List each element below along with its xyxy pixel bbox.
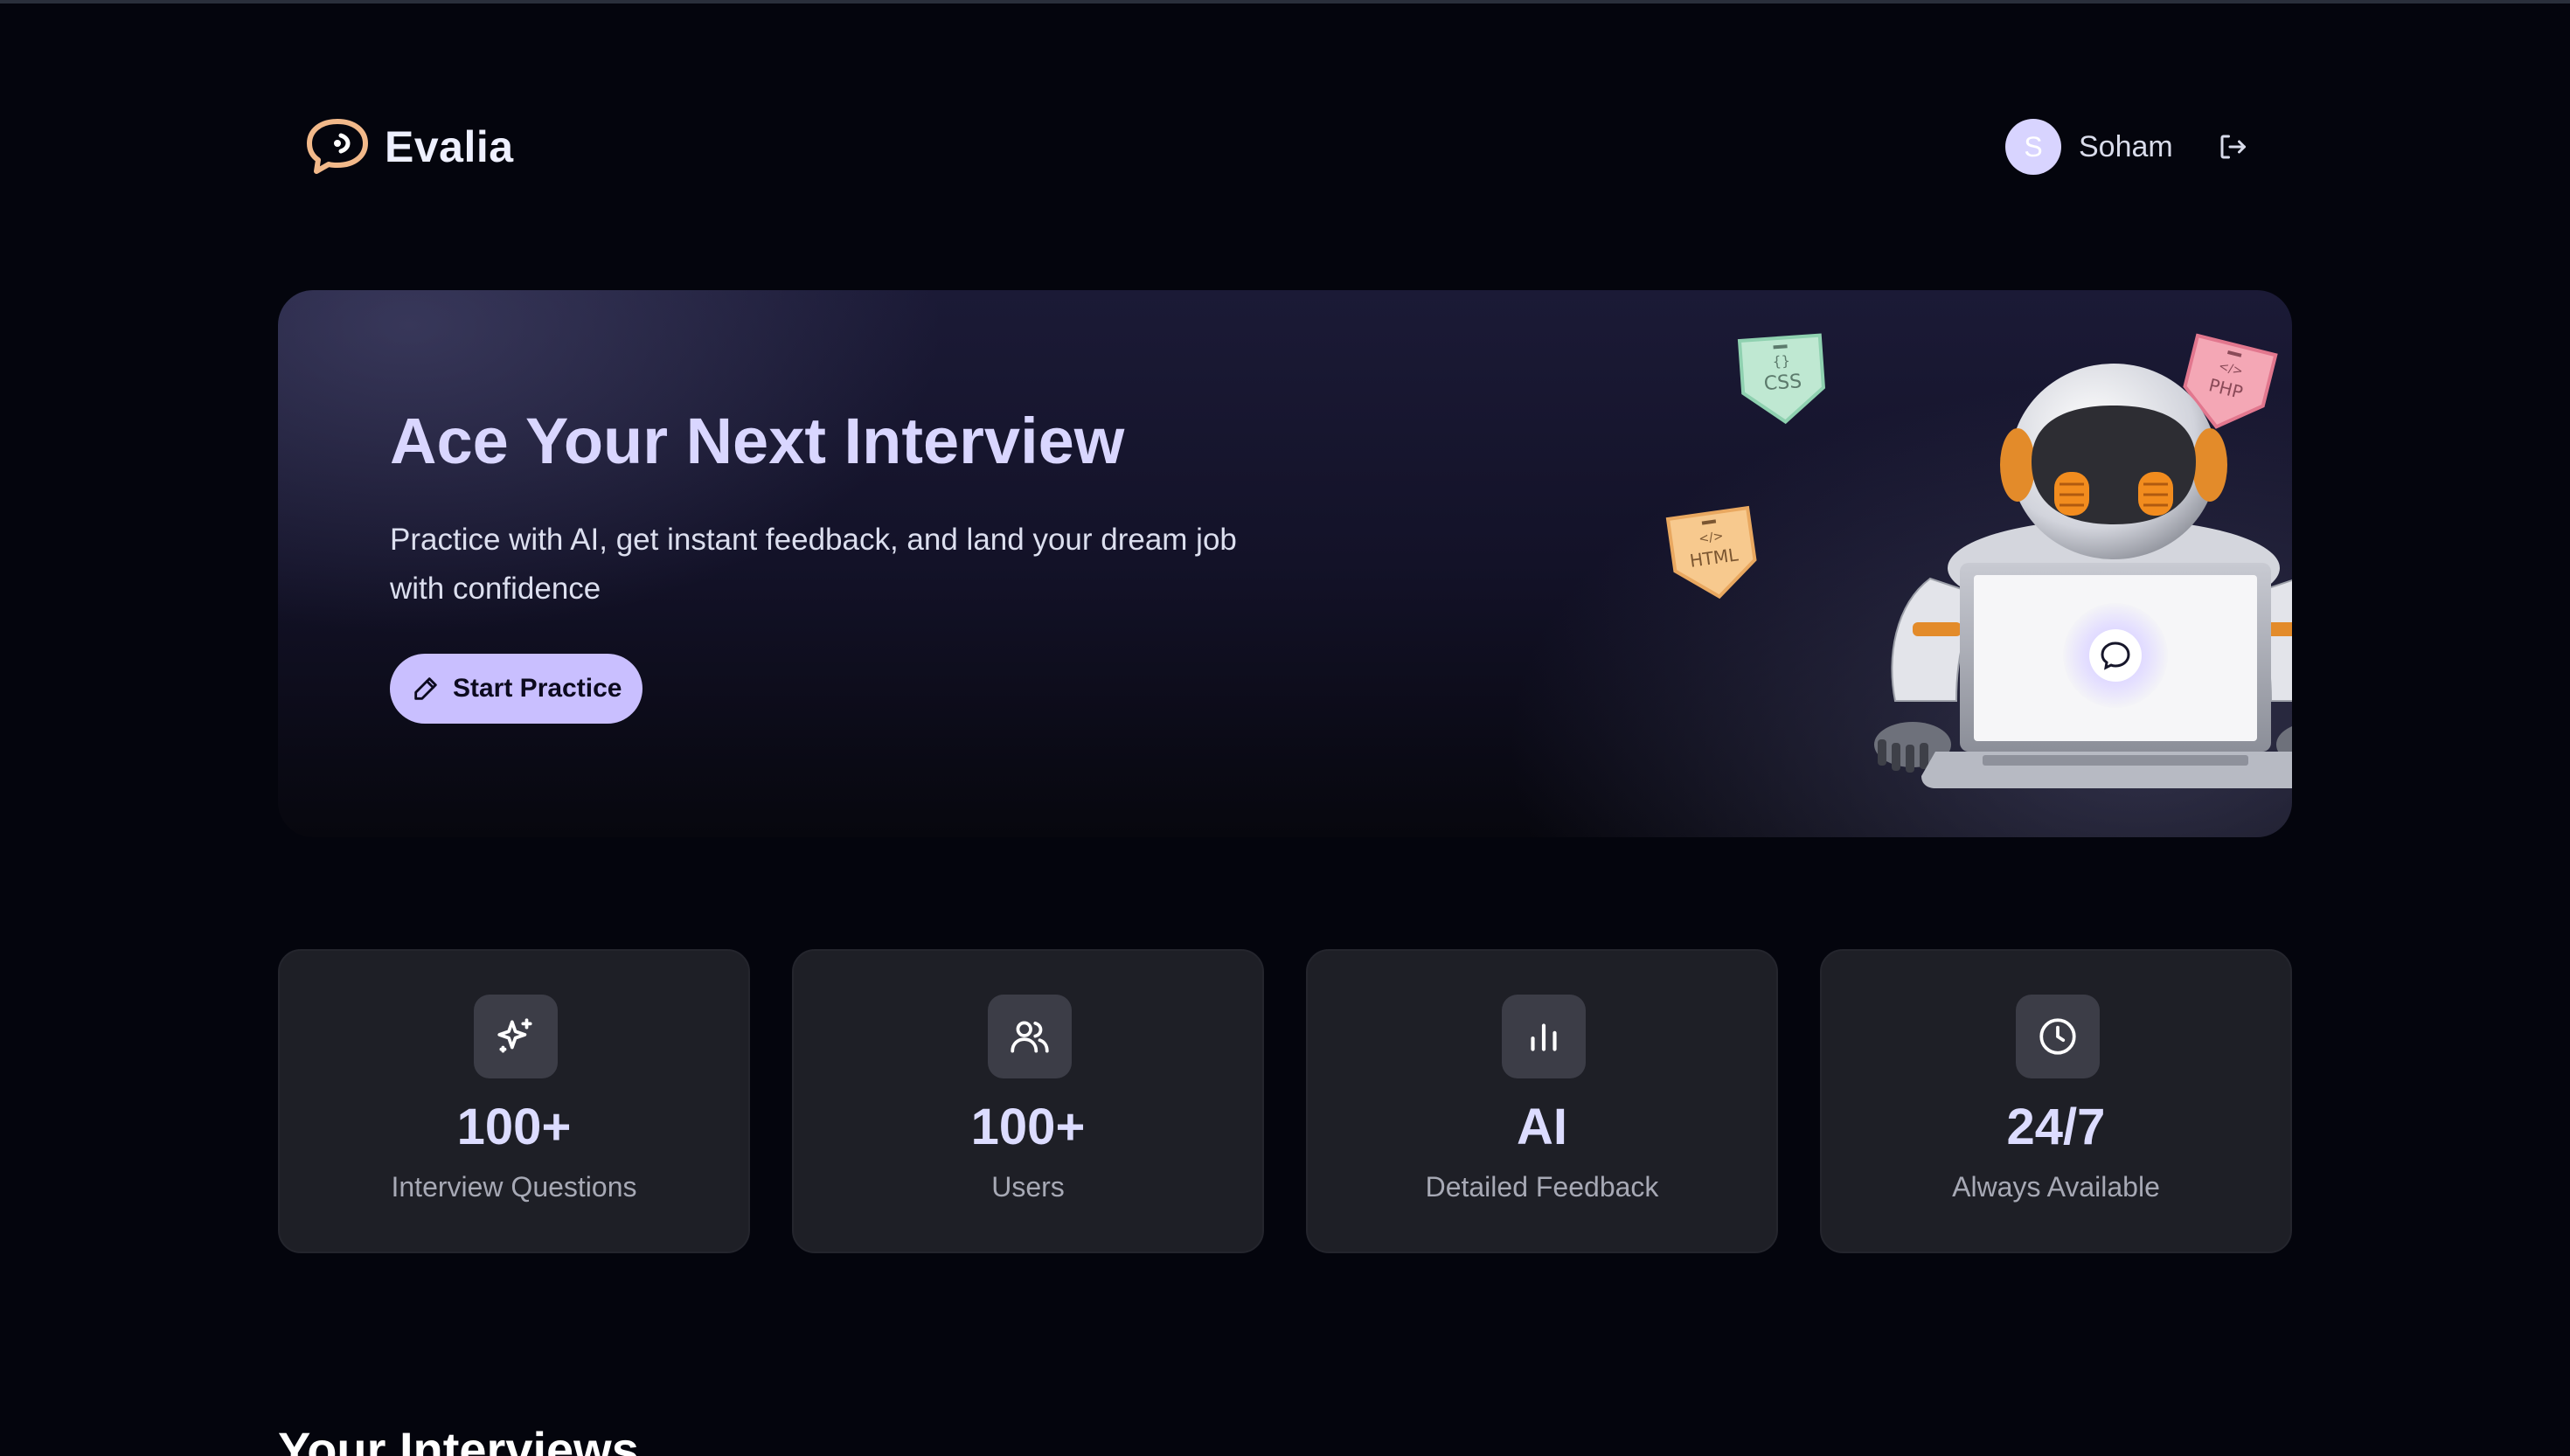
stat-value: 100+: [970, 1099, 1086, 1155]
start-practice-button[interactable]: Start Practice: [390, 654, 643, 724]
start-practice-label: Start Practice: [453, 674, 622, 703]
app-name: Evalia: [385, 122, 514, 171]
css-badge: {} CSS: [1737, 333, 1826, 425]
section-title-interviews: Your Interviews: [278, 1422, 639, 1456]
stat-label: Always Available: [1952, 1171, 2160, 1203]
stat-label: Detailed Feedback: [1425, 1171, 1659, 1203]
robot-illustration: {} CSS </> PHP </> HTML </> JS: [1665, 333, 2292, 788]
stat-label: Interview Questions: [391, 1171, 637, 1203]
user-name: Soham: [2079, 129, 2173, 163]
chat-bubble-icon: [307, 119, 368, 174]
stat-value: 24/7: [2006, 1099, 2106, 1155]
hero-subtitle: Practice with AI, get instant feedback, …: [390, 523, 1237, 606]
user-menu[interactable]: S Soham: [2005, 119, 2173, 175]
top-border: [0, 0, 2570, 3]
html-badge: </> HTML: [1665, 505, 1757, 600]
stat-icon-box: [1502, 995, 1586, 1078]
stat-label: Users: [991, 1171, 1065, 1203]
clock-icon: [2039, 1018, 2076, 1055]
logout-icon[interactable]: [2217, 131, 2248, 163]
stat-value: 100+: [456, 1099, 572, 1155]
hero-title: Ace Your Next Interview: [390, 405, 1125, 477]
page: Evalia S Soham Ace Your Next Interview P…: [0, 0, 2570, 1456]
hero-banner: Ace Your Next Interview Practice with AI…: [278, 290, 2292, 837]
stat-value: AI: [1517, 1099, 1567, 1155]
app-logo[interactable]: Evalia: [302, 115, 514, 178]
sparkles-icon: [497, 1018, 532, 1053]
stat-card-questions: 100+ Interview Questions: [278, 949, 750, 1253]
pen-icon: [414, 677, 437, 700]
stat-card-feedback: AI Detailed Feedback: [1306, 949, 1778, 1253]
stat-icon-box: [988, 995, 1072, 1078]
avatar[interactable]: S: [2005, 119, 2061, 175]
stat-card-users: 100+ Users: [792, 949, 1264, 1253]
stat-card-availability: 24/7 Always Available: [1820, 949, 2292, 1253]
css-badge-label: CSS: [1763, 371, 1802, 395]
users-icon: [1011, 1021, 1049, 1053]
bar-chart-icon: [1531, 1023, 1557, 1051]
stat-icon-box: [474, 995, 558, 1078]
stat-icon-box: [2016, 995, 2100, 1078]
svg-text:{}: {}: [1772, 352, 1791, 370]
